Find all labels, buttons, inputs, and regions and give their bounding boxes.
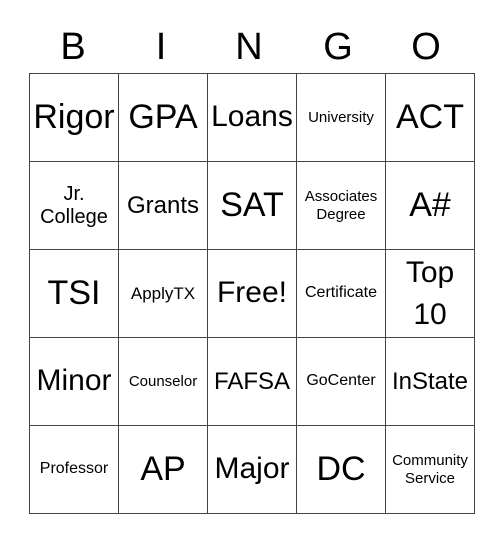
grid-row: Jr. College Grants SAT Associates Degree A… — [29, 161, 475, 250]
grid-row: Professor AP Major DC Community Service — [29, 425, 475, 514]
bingo-cell[interactable]: Grants — [118, 161, 208, 250]
bingo-cell[interactable]: DC — [296, 425, 386, 514]
bingo-cell[interactable]: Free! — [207, 249, 297, 338]
header-letter-o: O — [411, 26, 441, 68]
bingo-cell[interactable]: TSI — [29, 249, 119, 338]
bingo-cell[interactable]: Community Service — [385, 425, 475, 514]
header-letter-i: I — [155, 26, 167, 68]
bingo-cell[interactable]: ApplyTX — [118, 249, 208, 338]
bingo-cell[interactable]: A# — [385, 161, 475, 250]
bingo-cell[interactable]: Major — [207, 425, 297, 514]
bingo-cell[interactable]: AP — [118, 425, 208, 514]
bingo-cell[interactable]: Jr. College — [29, 161, 119, 250]
bingo-cell[interactable]: InState — [385, 337, 475, 426]
bingo-cell[interactable]: Top 10 — [385, 249, 475, 338]
bingo-cell[interactable]: Associates Degree — [296, 161, 386, 250]
header-letter-b: B — [60, 26, 86, 68]
bingo-cell[interactable]: ACT — [385, 73, 475, 162]
bingo-cell[interactable]: Certificate — [296, 249, 386, 338]
header-letter-g: G — [323, 26, 353, 68]
bingo-cell[interactable]: Counselor — [118, 337, 208, 426]
bingo-cell[interactable]: Minor — [29, 337, 119, 426]
bingo-cell[interactable]: GPA — [118, 73, 208, 162]
grid-row: Minor Counselor FAFSA GoCenter InState — [29, 337, 475, 426]
bingo-cell[interactable]: SAT — [207, 161, 297, 250]
bingo-cell[interactable]: University — [296, 73, 386, 162]
bingo-cell[interactable]: GoCenter — [296, 337, 386, 426]
grid-row: Rigor GPA Loans University ACT — [29, 73, 475, 162]
bingo-cell[interactable]: Professor — [29, 425, 119, 514]
grid-row: TSI ApplyTX Free! Certificate Top 10 — [29, 249, 475, 338]
bingo-cell[interactable]: Loans — [207, 73, 297, 162]
bingo-header: B I N G O — [29, 22, 470, 72]
header-letter-n: N — [235, 26, 263, 68]
bingo-cell[interactable]: Rigor — [29, 73, 119, 162]
bingo-grid: Rigor GPA Loans University ACT Jr. Colleg… — [29, 73, 475, 514]
bingo-cell[interactable]: FAFSA — [207, 337, 297, 426]
